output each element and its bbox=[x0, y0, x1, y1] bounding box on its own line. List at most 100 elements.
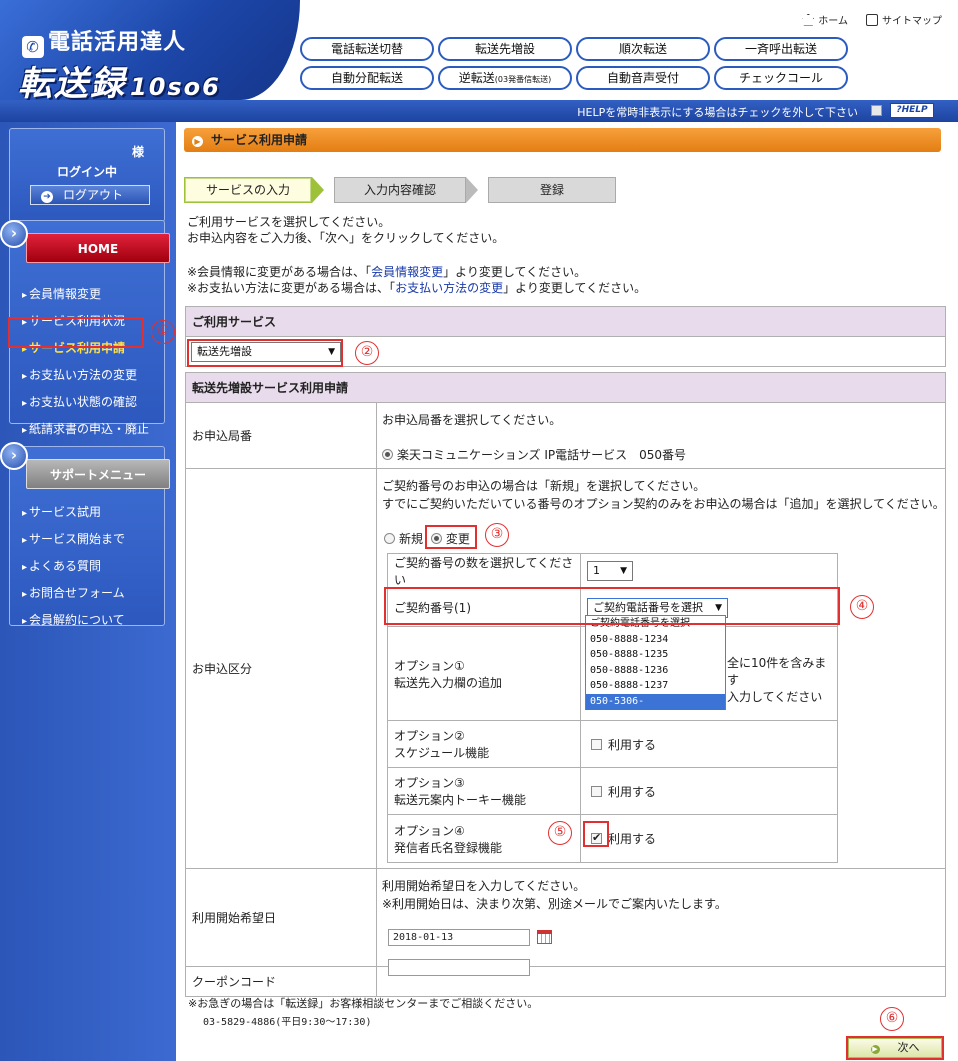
top-nav: ホーム サイトマップ bbox=[802, 12, 942, 27]
option1-note-1: 全に10件を含みます bbox=[727, 656, 827, 687]
logout-button[interactable]: ➔ ログアウト bbox=[30, 185, 150, 205]
annotation-box-5 bbox=[583, 821, 609, 847]
help-bar: HELPを常時非表示にする場合はチェックを外して下さい ?HELP bbox=[0, 100, 958, 122]
annotation-6: ⑥ bbox=[880, 1007, 904, 1031]
payment-method-link[interactable]: お支払い方法の変更 bbox=[395, 281, 503, 295]
form-section-header: 転送先増設サービス利用申請 bbox=[185, 372, 946, 403]
dropdown-option[interactable]: 050-8888-1234 bbox=[586, 632, 725, 648]
count-label: ご契約番号の数を選択してください bbox=[387, 553, 581, 589]
sidebar-item-payment-status[interactable]: お支払い状態の確認 bbox=[22, 391, 137, 413]
coupon-label: クーポンコード bbox=[185, 966, 377, 997]
logo-suffix: 10so6 bbox=[130, 73, 221, 100]
annotation-5: ⑤ bbox=[548, 821, 572, 845]
office-radio[interactable] bbox=[382, 449, 393, 460]
sidebar: 様 ログイン中 ➔ログアウト HOME 会員情報変更 サービス利用状況 サービス… bbox=[0, 122, 176, 1061]
count-select[interactable]: 1 bbox=[587, 561, 633, 581]
member-info-link[interactable]: 会員情報変更 bbox=[371, 265, 443, 279]
sidebar-item-trial[interactable]: サービス試用 bbox=[22, 501, 101, 523]
sidebar-item-payment-method[interactable]: お支払い方法の変更 bbox=[22, 364, 137, 386]
login-box: 様 ログイン中 ➔ ログアウト bbox=[9, 128, 165, 222]
office-label: お申込局番 bbox=[185, 402, 377, 469]
dropdown-option[interactable]: 050-8888-1237 bbox=[586, 678, 725, 694]
option1-note-2: 入力してください bbox=[727, 690, 823, 704]
step-input: サービスの入力 bbox=[184, 177, 312, 203]
home-icon bbox=[802, 13, 815, 26]
home-link[interactable]: ホーム bbox=[802, 12, 848, 27]
sidebar-item-contact[interactable]: お問合せフォーム bbox=[22, 582, 125, 604]
notes: ※会員情報に変更がある場合は、「会員情報変更」より変更してください。 ※お支払い… bbox=[187, 265, 647, 295]
option1-label: オプション① 転送先入力欄の追加 bbox=[387, 626, 581, 721]
nav-auto-voice[interactable]: 自動音声受付 bbox=[576, 66, 710, 90]
calendar-icon[interactable] bbox=[537, 930, 552, 944]
service-section-header: ご利用サービス bbox=[185, 306, 946, 337]
step-confirm: 入力内容確認 bbox=[334, 177, 466, 203]
kind-desc-2: すでにご契約いただいている番号のオプション契約のみをお申込の場合は「追加」を選択… bbox=[382, 497, 945, 511]
kind-desc-1: ご契約番号のお申込の場合は「新規」を選択してください。 bbox=[382, 479, 706, 493]
nav-call-switch[interactable]: 電話転送切替 bbox=[300, 37, 434, 61]
annotation-box-3 bbox=[425, 525, 477, 549]
arrow-icon: ➔ bbox=[41, 191, 53, 203]
dropdown-option-selected[interactable]: 050-5306- bbox=[586, 693, 725, 710]
logo[interactable]: ✆ 電話活用達人 転送録 10so6 bbox=[0, 0, 300, 100]
login-status: ログイン中 bbox=[56, 165, 117, 179]
home-button[interactable]: HOME bbox=[26, 233, 170, 263]
page-title: ▶ サービス利用申請 bbox=[184, 128, 941, 152]
option2-use-label: 利用する bbox=[608, 737, 657, 752]
annotation-1: ① bbox=[151, 320, 175, 344]
step-indicator: サービスの入力 入力内容確認 登録 bbox=[184, 177, 616, 203]
annotation-3: ③ bbox=[485, 523, 509, 547]
support-menu: サポートメニュー サービス試用 サービス開始まで よくある質問 お問合せフォーム… bbox=[9, 446, 170, 627]
intro-text: ご利用サービスを選択してください。 お申込内容をご入力後、「次へ」をクリックして… bbox=[187, 215, 505, 245]
start-date-input[interactable]: 2018-01-13 bbox=[388, 929, 530, 946]
option3-use-label: 利用する bbox=[608, 784, 657, 799]
sidebar-item-start-flow[interactable]: サービス開始まで bbox=[22, 528, 125, 550]
bullet-icon: ▶ bbox=[192, 136, 203, 147]
annotation-box-6 bbox=[846, 1036, 944, 1060]
annotation-4: ④ bbox=[850, 595, 874, 619]
dropdown-option[interactable]: 050-8888-1236 bbox=[586, 663, 725, 679]
step-register: 登録 bbox=[488, 177, 616, 203]
nav-add-destination[interactable]: 転送先増設 bbox=[438, 37, 572, 61]
sitemap-icon bbox=[866, 13, 878, 26]
footer-phone: 03-5829-4886(平日9:30～17:30) bbox=[203, 1017, 372, 1028]
option4-use-label: 利用する bbox=[608, 832, 657, 846]
help-button[interactable]: ?HELP bbox=[890, 103, 934, 118]
phone-icon: ✆ bbox=[22, 36, 44, 58]
annotation-box-1 bbox=[8, 317, 144, 348]
dropdown-option[interactable]: 050-8888-1235 bbox=[586, 647, 725, 663]
header: ✆ 電話活用達人 転送録 10so6 ホーム サイトマップ 電話転送切替 転送先増設… bbox=[0, 0, 958, 100]
coupon-input[interactable] bbox=[388, 959, 530, 976]
help-checkbox[interactable] bbox=[871, 105, 882, 116]
step-arrow-icon bbox=[466, 177, 478, 203]
radio-new-label: 新規 bbox=[399, 532, 424, 546]
radio-new[interactable] bbox=[384, 533, 395, 544]
start-date-label: 利用開始希望日 bbox=[185, 868, 377, 967]
option3-label: オプション③ 転送元案内トーキー機能 bbox=[387, 767, 581, 815]
annotation-box-4 bbox=[384, 587, 840, 625]
option2-label: オプション② スケジュール機能 bbox=[387, 720, 581, 768]
nav-auto-distribute[interactable]: 自動分配転送 bbox=[300, 66, 434, 90]
nav-reverse[interactable]: 逆転送(03発番信転送) bbox=[438, 66, 572, 90]
office-option: 楽天コミュニケーションズ IP電話サービス 050番号 bbox=[397, 448, 687, 462]
office-prompt: お申込局番を選択してください。 bbox=[382, 413, 562, 427]
home-chevron-icon: › bbox=[0, 220, 28, 248]
logo-subtitle: 電話活用達人 bbox=[48, 30, 187, 55]
sidebar-item-member-info[interactable]: 会員情報変更 bbox=[22, 283, 101, 305]
service-nav: 電話転送切替 転送先増設 順次転送 一斉呼出転送 自動分配転送 逆転送(03発番… bbox=[300, 37, 848, 90]
sidebar-item-faq[interactable]: よくある質問 bbox=[22, 555, 101, 577]
start-date-desc-1: 利用開始希望日を入力してください。 bbox=[382, 879, 586, 893]
nav-sequential[interactable]: 順次転送 bbox=[576, 37, 710, 61]
support-menu-title[interactable]: サポートメニュー bbox=[26, 459, 170, 489]
contract-dropdown-list[interactable]: ご契約電話番号を選択 050-8888-1234 050-8888-1235 0… bbox=[585, 615, 726, 710]
support-chevron-icon: › bbox=[0, 442, 28, 470]
sidebar-item-paper-invoice[interactable]: 紙請求書の申込・廃止 bbox=[22, 418, 149, 440]
annotation-2: ② bbox=[355, 341, 379, 365]
sidebar-item-cancel[interactable]: 会員解約について bbox=[22, 609, 125, 631]
annotation-box-2 bbox=[187, 339, 343, 367]
nav-check-call[interactable]: チェックコール bbox=[714, 66, 848, 90]
option3-checkbox[interactable] bbox=[591, 785, 602, 797]
sitemap-link[interactable]: サイトマップ bbox=[866, 12, 942, 27]
option2-checkbox[interactable] bbox=[591, 738, 602, 750]
nav-simultaneous[interactable]: 一斉呼出転送 bbox=[714, 37, 848, 61]
logo-title: 転送録 bbox=[18, 64, 126, 100]
